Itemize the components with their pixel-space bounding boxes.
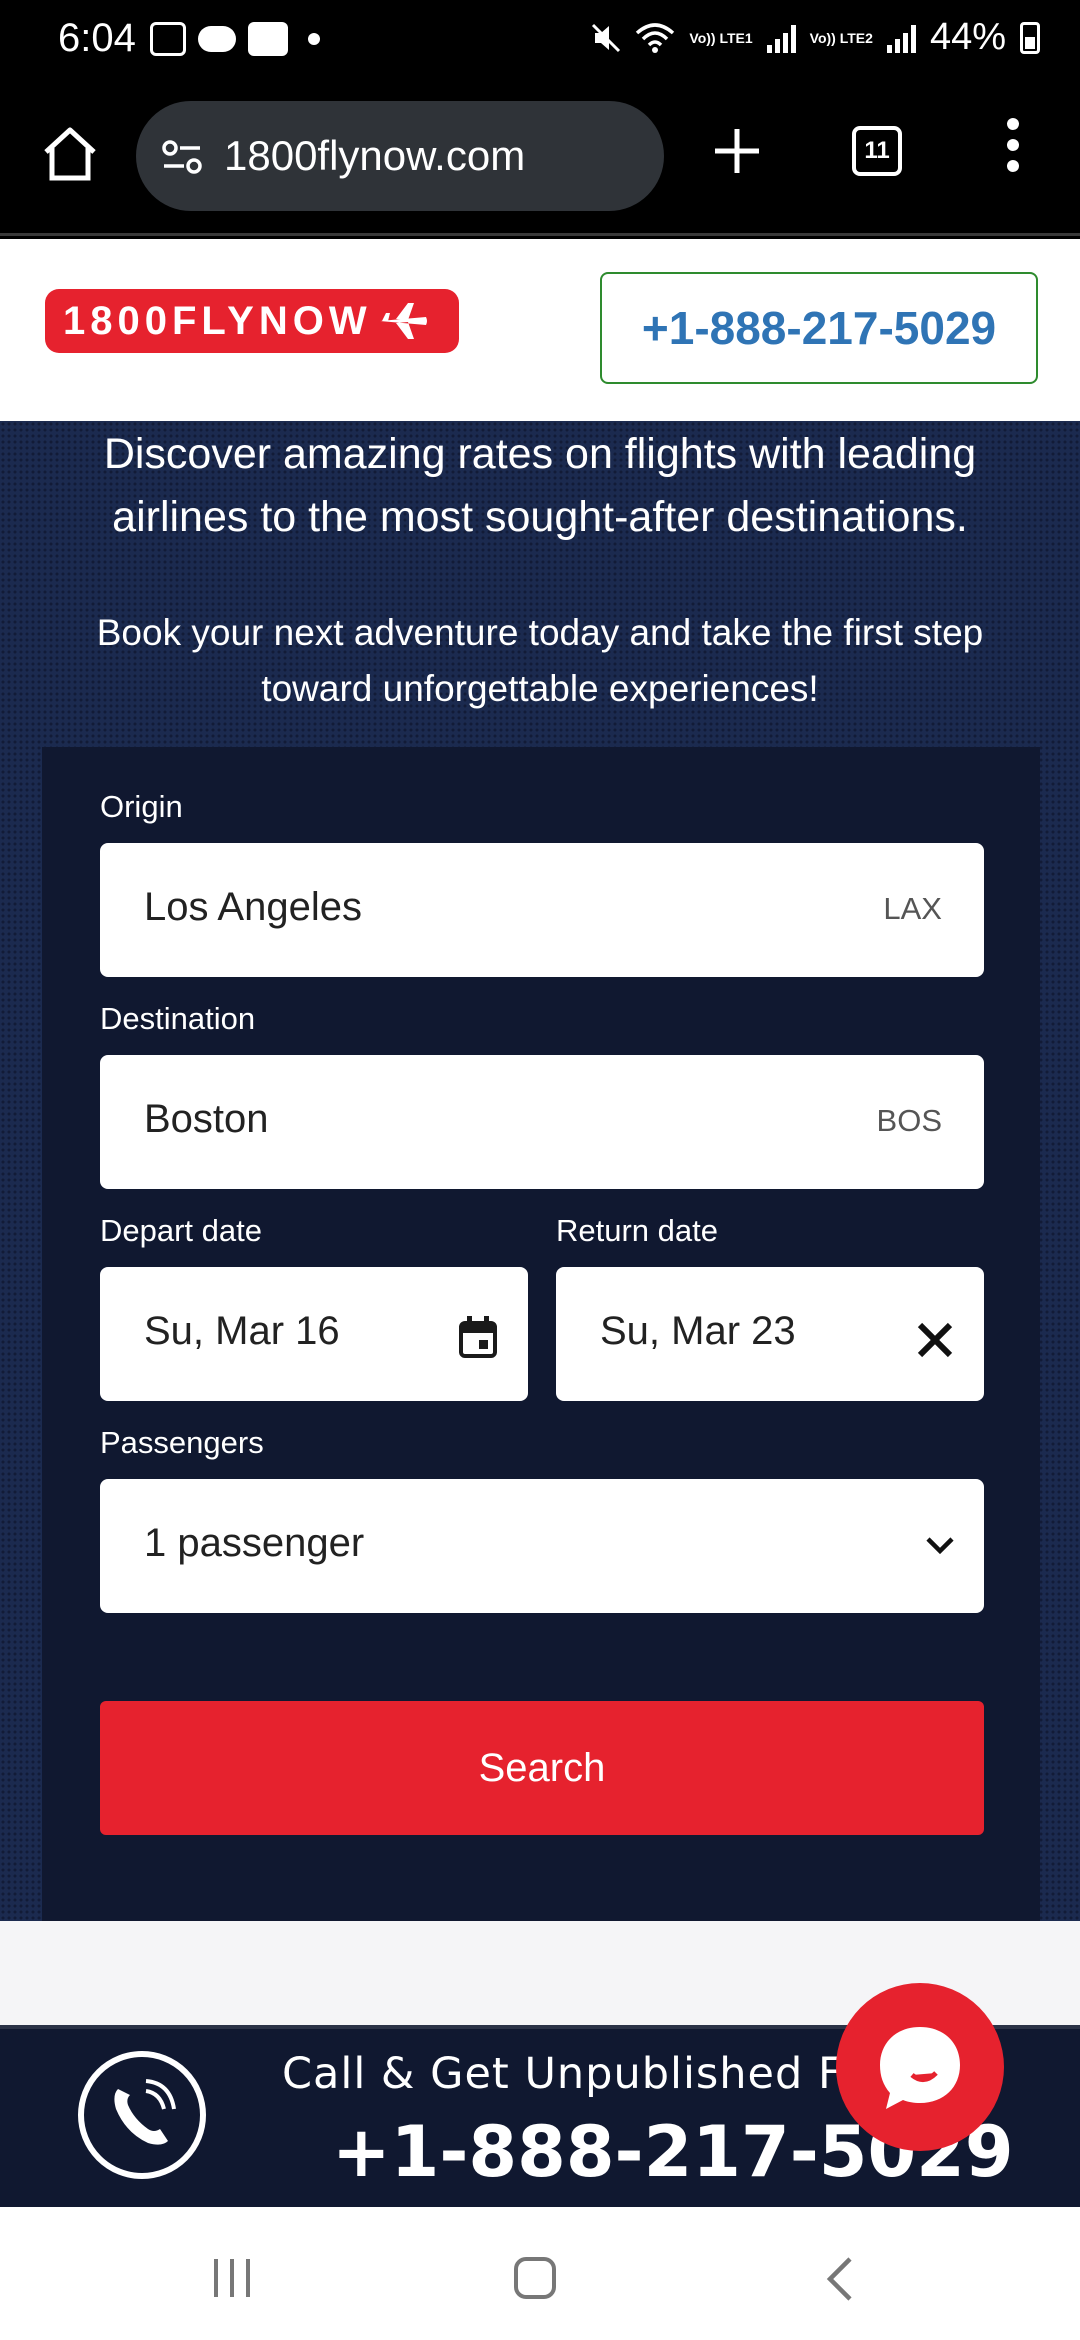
battery-percent: 44%	[929, 16, 1006, 58]
system-nav-bar	[0, 2207, 1080, 2340]
status-time: 6:04	[58, 16, 136, 60]
passengers-value: 1 passenger	[144, 1521, 365, 1565]
site-header: 1800FLYNOW +1-888-217-5029	[0, 239, 1080, 421]
search-button[interactable]: Search	[100, 1701, 984, 1835]
outlook-icon	[150, 22, 186, 56]
origin-field[interactable]: Los Angeles LAX	[100, 843, 984, 977]
passengers-select[interactable]: 1 passenger	[100, 1479, 984, 1613]
hero-text-2: Book your next adventure today and take …	[96, 612, 984, 709]
depart-label: Depart date	[100, 1213, 262, 1248]
home-icon[interactable]	[38, 122, 102, 186]
destination-label: Destination	[100, 1001, 256, 1036]
address-bar[interactable]: 1800flynow.com	[136, 101, 664, 211]
clear-return-icon[interactable]	[916, 1321, 954, 1359]
chat-icon	[880, 2027, 960, 2109]
sim2-label: Vo)) LTE2	[809, 29, 873, 46]
origin-code: LAX	[883, 891, 942, 926]
signal2-icon	[886, 23, 916, 53]
logo-text: 1800FLYNOW	[63, 299, 372, 343]
calendar-icon[interactable]	[458, 1315, 498, 1359]
recent-apps-icon[interactable]	[210, 2257, 254, 2299]
home-nav-icon[interactable]	[514, 2257, 556, 2299]
signal1-icon	[766, 23, 796, 53]
more-notifications-icon	[308, 33, 320, 45]
destination-value: Boston	[144, 1097, 269, 1141]
plane-icon	[379, 303, 427, 339]
search-form: Origin Los Angeles LAX Destination Bosto…	[42, 747, 1040, 1921]
url-text[interactable]: 1800flynow.com	[224, 132, 525, 180]
new-tab-icon[interactable]	[712, 126, 762, 176]
origin-label: Origin	[100, 789, 183, 824]
back-icon[interactable]	[822, 2255, 858, 2303]
wifi-icon	[636, 22, 675, 53]
battery-icon	[1020, 21, 1040, 54]
depart-value: Su, Mar 16	[144, 1309, 340, 1353]
tab-switcher-button[interactable]: 11	[852, 126, 902, 176]
hero-section: Discover amazing rates on flights with l…	[0, 421, 1080, 1921]
destination-code: BOS	[876, 1103, 942, 1138]
sim1-label: Vo)) LTE1	[689, 29, 753, 46]
more-menu-icon[interactable]	[1000, 118, 1026, 184]
return-date-field[interactable]: Su, Mar 23	[556, 1267, 984, 1401]
call-icon[interactable]	[78, 2051, 206, 2179]
browser-toolbar: 1800flynow.com 11	[0, 88, 1080, 236]
header-phone-button[interactable]: +1-888-217-5029	[600, 272, 1038, 384]
site-settings-icon[interactable]	[160, 137, 204, 177]
teams-icon	[248, 22, 288, 56]
destination-field[interactable]: Boston BOS	[100, 1055, 984, 1189]
chat-button[interactable]	[836, 1983, 1004, 2151]
depart-date-field[interactable]: Su, Mar 16	[100, 1267, 528, 1401]
site-logo[interactable]: 1800FLYNOW	[45, 289, 459, 353]
chevron-down-icon	[926, 1537, 954, 1555]
hero-text-1: Discover amazing rates on flights with l…	[103, 430, 977, 541]
origin-value: Los Angeles	[144, 885, 362, 929]
status-bar: 6:04 Vo)) LTE1 Vo)) LTE2 44%	[0, 0, 1080, 88]
weather-icon	[198, 26, 236, 52]
system-icons: Vo)) LTE1 Vo)) LTE2 44%	[591, 16, 1040, 59]
passengers-label: Passengers	[100, 1425, 264, 1460]
notification-icons	[150, 22, 320, 56]
return-label: Return date	[556, 1213, 718, 1248]
return-value: Su, Mar 23	[600, 1309, 796, 1353]
mute-icon	[592, 23, 621, 52]
